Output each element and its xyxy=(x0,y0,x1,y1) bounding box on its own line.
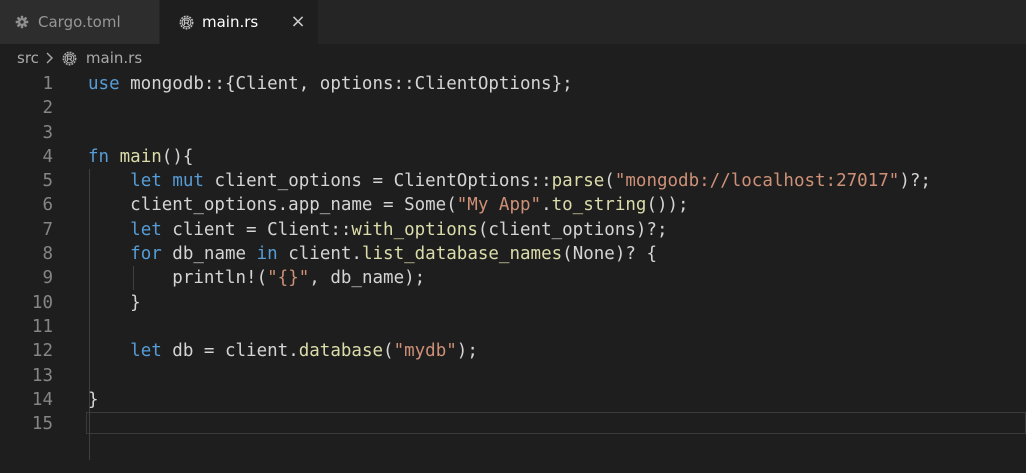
code-token: mut xyxy=(172,171,204,192)
code-token: client = Client:: xyxy=(161,219,352,240)
code-token: use xyxy=(88,74,120,94)
code-token: db = client. xyxy=(161,341,299,362)
code-text: } xyxy=(88,388,99,412)
code-token: with_options xyxy=(351,219,478,240)
code-token: let xyxy=(130,219,162,240)
code-token: database xyxy=(298,341,384,362)
code-token: ); xyxy=(456,341,478,362)
code-line: 3 xyxy=(0,121,1026,145)
code-line: 7 let client = Client::with_options(clie… xyxy=(0,218,1026,242)
code-token: (None)? { xyxy=(562,244,657,265)
code-token: in xyxy=(256,244,278,265)
line-number: 10 xyxy=(31,292,53,313)
breadcrumb-folder[interactable]: src xyxy=(17,49,39,67)
code-text: let client = Client::with_options(client… xyxy=(88,218,668,242)
line-number: 9 xyxy=(42,268,53,289)
code-line: 8 for db_name in client.list_database_na… xyxy=(0,242,1026,266)
code-line: 2 xyxy=(0,96,1026,120)
code-token: client_options = ClientOptions:: xyxy=(203,171,552,192)
code-token: client. xyxy=(277,244,362,265)
line-number: 12 xyxy=(31,341,53,362)
code-token: "My App" xyxy=(456,195,542,216)
line-number: 15 xyxy=(31,414,53,435)
code-token: , db_name); xyxy=(309,268,426,289)
code-line: 12 let db = client.database("mydb"); xyxy=(0,339,1026,363)
code-token: client_options.app_name = Some( xyxy=(88,195,457,216)
gear-icon xyxy=(14,14,30,30)
tab-label: main.rs xyxy=(202,13,259,31)
code-line: 4 fn main(){ xyxy=(0,145,1026,169)
code-token: parse xyxy=(551,171,605,192)
code-line: 13 xyxy=(0,364,1026,388)
code-line: 14} xyxy=(0,388,1026,412)
code-token: main xyxy=(119,146,162,167)
code-token: for xyxy=(130,244,162,265)
code-line: 9 println!("{}", db_name); xyxy=(0,266,1026,290)
tab-label: Cargo.toml xyxy=(38,13,121,31)
code-token: "mongodb://localhost:27017" xyxy=(614,171,900,192)
tab-main-rs[interactable]: main.rs × xyxy=(160,0,318,44)
code-token: list_database_names xyxy=(361,244,563,265)
rust-icon xyxy=(178,14,194,30)
code-text: let db = client.database("mydb"); xyxy=(88,339,478,363)
line-number: 5 xyxy=(42,171,53,192)
code-editor[interactable]: 1 use mongodb::{Client, options::ClientOp… xyxy=(0,72,1026,473)
breadcrumb-file[interactable]: main.rs xyxy=(86,49,142,67)
code-token: ( xyxy=(383,341,394,362)
line-number: 8 xyxy=(42,244,53,265)
line-number: 6 xyxy=(42,195,53,216)
code-text: for db_name in client.list_database_name… xyxy=(88,242,657,266)
code-token: (client_options)?; xyxy=(477,219,668,240)
code-token: let xyxy=(130,341,162,362)
code-line: 5 let mut client_options = ClientOptions… xyxy=(0,169,1026,193)
code-token: println!( xyxy=(88,268,268,289)
code-token: ()); xyxy=(646,195,689,216)
code-token: } xyxy=(88,389,99,410)
tab-cargo-toml[interactable]: Cargo.toml xyxy=(0,0,160,44)
line-number: 3 xyxy=(42,122,53,143)
code-line-current: 15 xyxy=(0,412,1026,436)
code-line: 1 use mongodb::{Client, options::ClientOp… xyxy=(0,72,1026,96)
code-text: } xyxy=(88,291,141,315)
code-token: fn xyxy=(88,146,110,167)
tab-bar: Cargo.toml main.rs × xyxy=(0,0,1026,44)
code-token: } xyxy=(88,292,141,313)
line-number: 1 xyxy=(42,74,53,94)
code-token: db_name xyxy=(161,244,257,265)
code-token: "mydb" xyxy=(393,341,457,362)
code-line: 10 } xyxy=(0,291,1026,315)
tab-bar-empty-area xyxy=(318,0,1026,44)
line-number: 11 xyxy=(31,316,53,337)
code-token: . xyxy=(541,195,552,216)
code-line: 6 client_options.app_name = Some("My App… xyxy=(0,193,1026,217)
line-number: 2 xyxy=(42,98,53,119)
code-text: fn main(){ xyxy=(88,145,193,169)
close-icon[interactable]: × xyxy=(288,12,308,32)
code-token: mongodb::{Client, options::ClientOptions… xyxy=(119,74,573,94)
code-text: use mongodb::{Client, options::ClientOpt… xyxy=(88,72,573,96)
breadcrumb: src main.rs xyxy=(0,44,1026,72)
line-number: 4 xyxy=(42,146,53,167)
code-token: let xyxy=(130,171,162,192)
line-number: 7 xyxy=(42,219,53,240)
rust-icon xyxy=(62,50,78,66)
code-token: (){ xyxy=(161,146,194,167)
chevron-right-icon xyxy=(45,51,54,65)
code-token: )?; xyxy=(899,171,931,192)
code-token: "{}" xyxy=(267,268,310,289)
code-token: to_string xyxy=(551,195,647,216)
code-token: ( xyxy=(604,171,615,192)
code-text: client_options.app_name = Some("My App".… xyxy=(88,193,689,217)
line-number: 13 xyxy=(31,365,53,386)
code-text: println!("{}", db_name); xyxy=(88,266,425,290)
line-number: 14 xyxy=(31,389,53,410)
code-line: 11 xyxy=(0,315,1026,339)
code-text: let mut client_options = ClientOptions::… xyxy=(88,169,931,193)
